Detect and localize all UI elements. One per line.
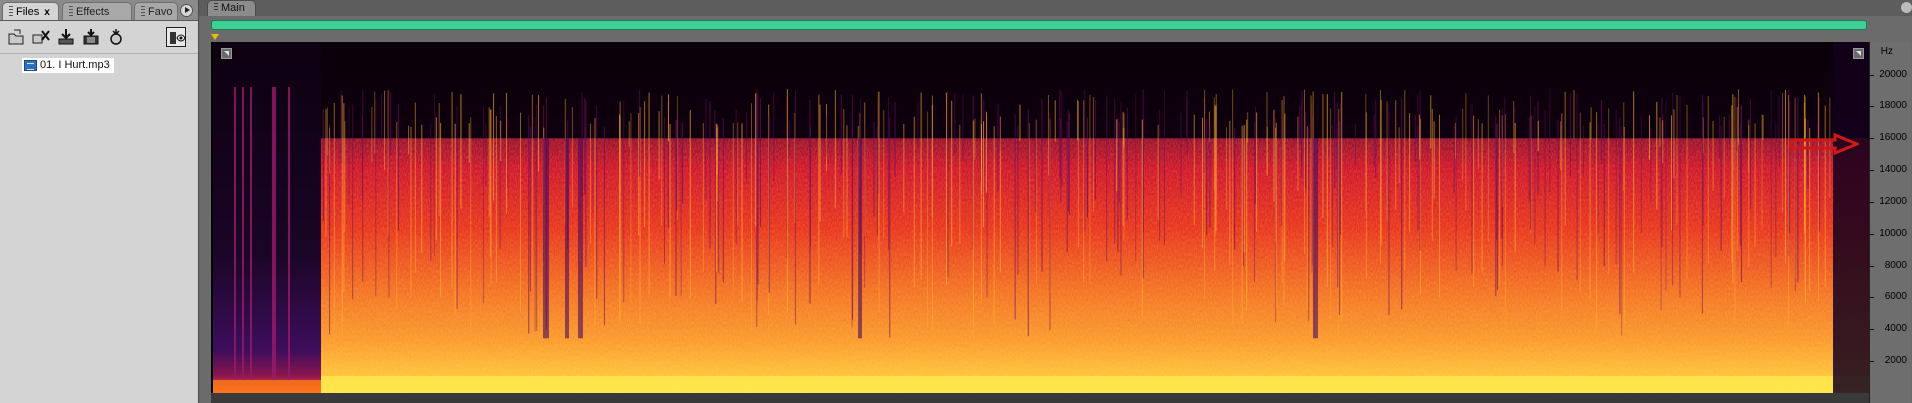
tab-main-label: Main <box>221 2 245 14</box>
frequency-tick-label: 2000 <box>1884 355 1907 367</box>
import-icon[interactable] <box>56 27 76 47</box>
tab-favorites[interactable]: Favo <box>134 2 178 20</box>
frequency-ruler[interactable]: Hz 20000 18000 16000 14000 12000 10000 8000 600… <box>1869 42 1911 403</box>
frequency-tick-label: 12000 <box>1879 195 1907 207</box>
frequency-tick-mark <box>1870 329 1874 331</box>
tab-files[interactable]: Files x <box>2 2 59 20</box>
close-tab-icon[interactable]: x <box>44 7 50 18</box>
tab-favorites-label: Favo <box>148 6 173 18</box>
frequency-tick-label: 16000 <box>1879 132 1907 144</box>
frequency-tick-label: 4000 <box>1884 323 1907 335</box>
frequency-tick-mark <box>1870 138 1874 140</box>
frequency-tick-label: 14000 <box>1879 164 1907 176</box>
zoom-corner-icon[interactable] <box>1853 48 1864 59</box>
spectral-frequency-view[interactable] <box>213 42 1869 393</box>
tab-effects[interactable]: Effects <box>62 2 132 20</box>
tab-effects-label: Effects <box>76 6 110 18</box>
tab-main[interactable]: Main <box>207 0 256 16</box>
tab-files-label: Files <box>16 6 40 18</box>
frequency-tick-label: 20000 <box>1879 68 1907 80</box>
drag-grip-icon[interactable] <box>9 6 13 16</box>
open-file-icon[interactable] <box>6 27 26 47</box>
files-toolbar <box>0 21 198 54</box>
file-name: 01. I Hurt.mp3 <box>40 59 110 71</box>
main-tab-strip: Main <box>199 0 1912 16</box>
frequency-tick-mark <box>1870 265 1874 267</box>
audio-file-icon <box>24 60 37 71</box>
frequency-tick-mark <box>1870 170 1874 172</box>
frequency-tick-mark <box>1870 233 1874 235</box>
panel-menu-icon[interactable] <box>180 4 193 17</box>
frequency-unit-label: Hz <box>1880 46 1893 57</box>
spectral-display[interactable]: Hz 20000 18000 16000 14000 12000 10000 8000 600… <box>211 42 1911 403</box>
close-file-icon[interactable] <box>31 27 51 47</box>
frequency-tick-label: 10000 <box>1879 227 1907 239</box>
insert-into-multitrack-icon[interactable] <box>81 27 101 47</box>
zoom-navigator-bar[interactable] <box>211 20 1867 30</box>
file-list: 01. I Hurt.mp3 <box>0 54 198 403</box>
panel-menu-icon[interactable] <box>1901 2 1912 13</box>
frequency-tick-mark <box>1870 297 1874 299</box>
frequency-tick-mark <box>1870 74 1874 76</box>
spectrogram-graphic <box>213 42 1869 393</box>
time-ruler[interactable] <box>211 393 1869 403</box>
show-full-paths-icon[interactable] <box>166 27 186 47</box>
list-item-file[interactable]: 01. I Hurt.mp3 <box>22 58 114 73</box>
main-panel: Main Hz 20000 18000 16000 14000 12000 10… <box>199 0 1912 403</box>
frequency-tick-label: 18000 <box>1879 100 1907 112</box>
drag-grip-icon[interactable] <box>69 6 73 16</box>
frequency-tick-mark <box>1870 361 1874 363</box>
drag-grip-icon[interactable] <box>141 6 145 16</box>
panel-tab-strip: Files x Effects Favo <box>0 0 198 21</box>
files-panel: Files x Effects Favo 01. I Hurt.mp3 <box>0 0 199 403</box>
red-arrow-annotation-icon <box>1789 133 1859 155</box>
drag-grip-icon[interactable] <box>214 3 218 12</box>
frequency-tick-mark <box>1870 106 1874 108</box>
autoplay-icon[interactable] <box>106 27 126 47</box>
frequency-tick-label: 6000 <box>1884 291 1907 303</box>
zoom-corner-icon[interactable] <box>221 48 232 59</box>
frequency-tick-label: 8000 <box>1884 259 1907 271</box>
frequency-tick-mark <box>1870 201 1874 203</box>
playhead-marker-icon[interactable] <box>211 34 219 40</box>
